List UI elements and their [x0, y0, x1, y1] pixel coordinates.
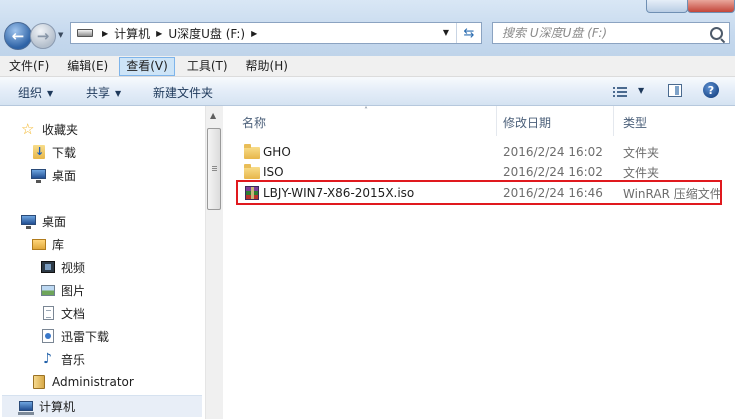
nav-label: 下载: [52, 145, 77, 160]
search-input[interactable]: [502, 26, 702, 40]
nav-label: Administrator: [52, 375, 134, 389]
folder-icon: [244, 164, 260, 180]
recent-pages-dropdown[interactable]: ▼: [58, 31, 63, 39]
nav-label: 收藏夹: [42, 122, 79, 137]
column-type[interactable]: 类型: [623, 114, 647, 131]
chevron-down-icon: ▼: [47, 89, 54, 98]
column-date-modified[interactable]: 修改日期: [503, 114, 551, 131]
chevron-down-icon: ▼: [115, 89, 122, 98]
star-icon: ☆: [21, 120, 35, 138]
nav-thunder-downloads[interactable]: 迅雷下载: [40, 327, 109, 345]
column-header: ˄ 名称 修改日期 类型: [223, 106, 735, 136]
nav-label: 音乐: [61, 352, 86, 367]
chevron-right-icon[interactable]: ▶: [251, 29, 257, 38]
music-icon: ♪: [43, 351, 52, 367]
help-icon[interactable]: ?: [703, 82, 719, 98]
nav-libraries[interactable]: 库: [31, 235, 64, 253]
user-folder-icon: [31, 374, 47, 390]
nav-label: 图片: [61, 283, 86, 298]
share-label: 共享: [86, 86, 111, 100]
maximize-button[interactable]: [646, 0, 688, 13]
search-box[interactable]: [492, 22, 730, 44]
nav-desktop-favorite[interactable]: 桌面: [31, 166, 76, 184]
preview-pane-icon[interactable]: [668, 84, 682, 97]
refresh-button[interactable]: ⇆: [456, 23, 481, 43]
search-icon[interactable]: [710, 27, 723, 40]
view-dropdown-icon[interactable]: ▼: [638, 86, 644, 95]
nav-downloads[interactable]: 下载: [31, 143, 76, 161]
breadcrumb-drive[interactable]: U深度U盘 (F:): [167, 25, 246, 42]
desktop-icon: [21, 213, 37, 229]
nav-computer[interactable]: 计算机: [2, 395, 202, 417]
nav-label: 视频: [61, 260, 86, 275]
menu-tools[interactable]: 工具(T): [178, 57, 236, 76]
navigation-pane: ☆ 收藏夹 下载 桌面 桌面 库 视频 图片 文档 迅雷下载 ♪ 音乐 Admi…: [0, 106, 204, 419]
forward-button[interactable]: →: [30, 23, 56, 49]
breadcrumb[interactable]: ▶ 计算机 ▶ U深度U盘 (F:) ▶ ▼ ⇆: [70, 22, 482, 44]
scroll-up-icon[interactable]: ▲: [210, 111, 216, 120]
organize-label: 组织: [18, 86, 43, 100]
nav-label: 桌面: [42, 214, 67, 229]
scroll-thumb[interactable]: [207, 128, 221, 210]
file-row-iso-folder[interactable]: ISO 2016/2/24 16:02 文件夹: [235, 162, 735, 182]
nav-documents[interactable]: 文档: [40, 304, 85, 322]
nav-music[interactable]: ♪ 音乐: [40, 350, 85, 368]
address-toolbar: ← → ▼ ▶ 计算机 ▶ U深度U盘 (F:) ▶ ▼ ⇆: [0, 0, 735, 56]
menu-edit[interactable]: 编辑(E): [58, 57, 116, 76]
downloads-folder-icon: [31, 144, 47, 160]
address-dropdown-icon[interactable]: ▼: [443, 28, 449, 37]
chevron-right-icon[interactable]: ▶: [102, 29, 108, 38]
library-icon: [31, 236, 47, 252]
close-button[interactable]: [687, 0, 735, 13]
menu-file[interactable]: 文件(F): [0, 57, 57, 76]
nav-administrator[interactable]: Administrator: [31, 373, 134, 391]
organize-button[interactable]: 组织 ▼: [18, 84, 53, 101]
nav-label: 库: [52, 237, 65, 252]
column-name[interactable]: 名称: [242, 114, 266, 131]
highlight-box: [236, 180, 722, 205]
picture-icon: [40, 282, 56, 298]
forward-arrow-icon: →: [36, 27, 50, 45]
nav-scrollbar[interactable]: ▲: [205, 106, 223, 419]
video-icon: [40, 259, 56, 275]
file-name: ISO: [263, 165, 284, 179]
file-type: 文件夹: [623, 145, 660, 160]
new-folder-button[interactable]: 新建文件夹: [153, 84, 213, 101]
menu-bar: 文件(F) 编辑(E) 查看(V) 工具(T) 帮助(H): [0, 56, 735, 77]
title-strip: [0, 0, 735, 14]
file-date: 2016/2/24 16:02: [503, 145, 603, 159]
nav-favorites[interactable]: ☆ 收藏夹: [21, 120, 78, 138]
nav-label: 计算机: [39, 400, 76, 414]
file-name: GHO: [263, 145, 291, 159]
file-type: 文件夹: [623, 165, 660, 180]
back-arrow-icon: ←: [11, 27, 25, 45]
sort-ascending-icon: ˄: [364, 106, 368, 115]
file-date: 2016/2/24 16:02: [503, 165, 603, 179]
file-list: ˄ 名称 修改日期 类型 GHO 2016/2/24 16:02 文件夹 ISO…: [223, 106, 735, 419]
file-row-gho[interactable]: GHO 2016/2/24 16:02 文件夹: [235, 142, 735, 162]
drive-icon: [77, 29, 93, 37]
command-bar: 组织 ▼ 共享 ▼ 新建文件夹 ▼ ?: [0, 77, 735, 106]
folder-icon: [244, 144, 260, 160]
breadcrumb-computer[interactable]: 计算机: [113, 25, 151, 42]
view-options-icon[interactable]: [613, 85, 627, 97]
menu-view[interactable]: 查看(V): [119, 56, 175, 76]
nav-videos[interactable]: 视频: [40, 258, 85, 276]
document-icon: [40, 305, 56, 321]
chevron-right-icon[interactable]: ▶: [156, 29, 162, 38]
menu-help[interactable]: 帮助(H): [237, 57, 296, 76]
nav-label: 文档: [61, 306, 86, 321]
refresh-icon: ⇆: [463, 25, 475, 41]
thunder-download-icon: [40, 328, 56, 344]
nav-label: 迅雷下载: [61, 329, 110, 344]
nav-pictures[interactable]: 图片: [40, 281, 85, 299]
nav-desktop[interactable]: 桌面: [21, 212, 66, 230]
nav-label: 桌面: [52, 168, 77, 183]
computer-icon: [18, 399, 34, 415]
window-controls: [635, 0, 735, 14]
desktop-icon: [31, 167, 47, 183]
back-button[interactable]: ←: [4, 22, 32, 50]
share-button[interactable]: 共享 ▼: [86, 84, 121, 101]
